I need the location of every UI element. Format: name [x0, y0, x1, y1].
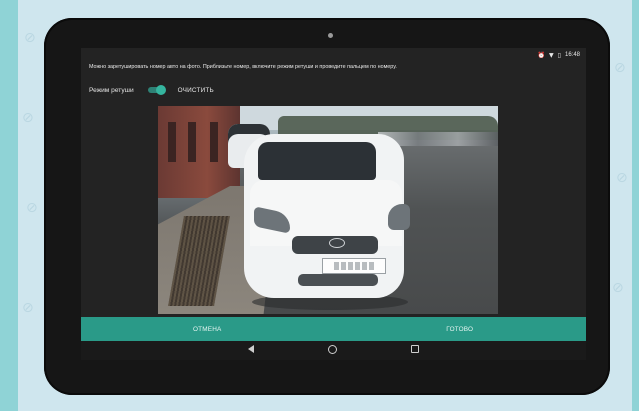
system-nav-bar: [81, 341, 586, 360]
action-bar: ОТМЕНА ГОТОВО: [81, 317, 586, 341]
photo-windshield: [258, 142, 376, 180]
back-icon[interactable]: [248, 345, 254, 356]
blurred-license-plate: [322, 258, 386, 274]
app-screen: ⏰ ▼ ▯ 16:48 Можно заретушировать номер а…: [81, 48, 586, 360]
battery-icon: ▯: [557, 51, 561, 59]
cancel-button[interactable]: ОТМЕНА: [81, 317, 334, 341]
car-logo-icon: [329, 238, 345, 248]
photo-bumper: [298, 274, 378, 286]
status-time: 16:48: [564, 52, 580, 58]
wifi-icon: ▼: [549, 51, 554, 59]
done-button[interactable]: ГОТОВО: [334, 317, 587, 341]
photo-headlight-right: [388, 204, 410, 230]
retouch-mode-label: Режим ретуши: [89, 86, 134, 94]
doodle-icon: ⊘: [22, 110, 34, 126]
doodle-icon: ⊘: [616, 170, 628, 186]
doodle-icon: ⊘: [612, 280, 624, 296]
doodle-icon: ⊘: [24, 30, 36, 46]
clear-button[interactable]: ОЧИСТИТЬ: [178, 87, 214, 94]
retouch-controls: Режим ретуши ОЧИСТИТЬ: [89, 85, 214, 95]
alarm-icon: ⏰: [537, 51, 546, 59]
status-bar: ⏰ ▼ ▯ 16:48: [538, 49, 580, 61]
tablet-frame: ⏰ ▼ ▯ 16:48 Можно заретушировать номер а…: [44, 18, 610, 395]
home-icon[interactable]: [328, 344, 337, 357]
car-photo[interactable]: [158, 106, 498, 314]
front-camera: [328, 33, 333, 38]
doodle-icon: ⊘: [22, 300, 34, 316]
retouch-mode-toggle[interactable]: [147, 85, 166, 95]
toggle-knob: [155, 85, 166, 95]
doodle-icon: ⊘: [614, 60, 626, 76]
retouch-hint: Можно заретушировать номер авто на фото.…: [89, 64, 397, 70]
doodle-icon: ⊘: [26, 200, 38, 216]
recents-icon[interactable]: [411, 345, 419, 356]
